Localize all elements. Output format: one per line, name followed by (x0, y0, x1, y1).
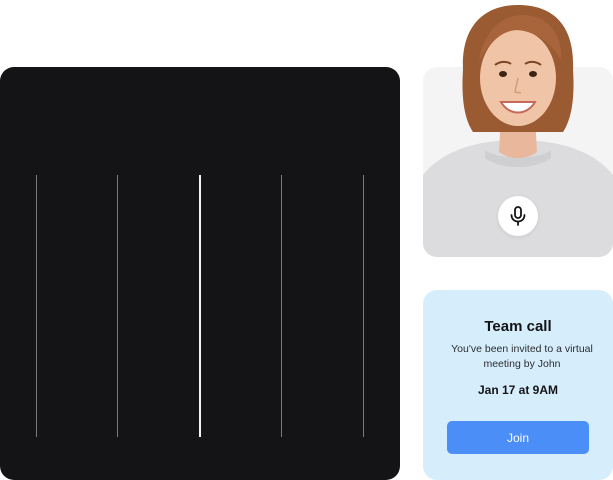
waveform-line (281, 175, 282, 437)
microphone-icon (510, 206, 526, 226)
meeting-time: Jan 17 at 9AM (477, 383, 559, 397)
waveform-line (36, 175, 37, 437)
waveform-line (117, 175, 118, 437)
mute-toggle-button[interactable] (498, 196, 538, 236)
join-button[interactable]: Join (447, 421, 589, 454)
waveform-line (363, 175, 364, 437)
meeting-invitation-card: Team call You've been invited to a virtu… (423, 290, 613, 480)
invitation-message: You've been invited to a virtual meeting… (451, 343, 593, 370)
waveform-line-active (199, 175, 201, 437)
dark-canvas-panel (0, 67, 400, 480)
invitation-title: Team call (484, 318, 552, 335)
